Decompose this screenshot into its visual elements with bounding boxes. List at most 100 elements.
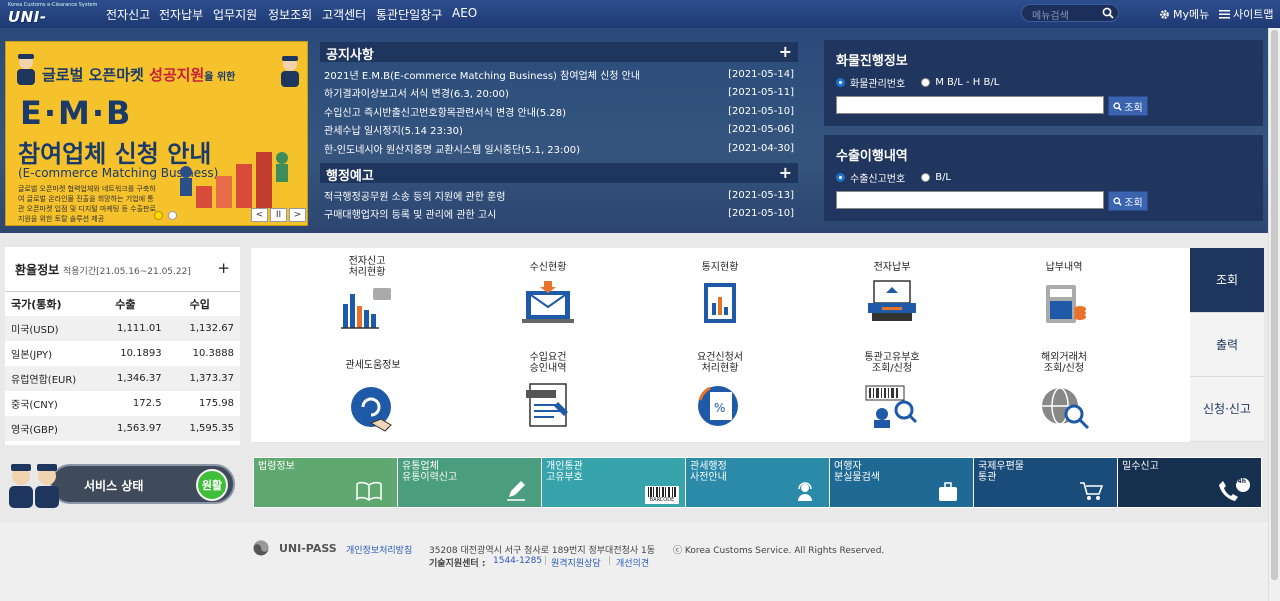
growth-illustration xyxy=(180,152,288,208)
cargo-search-input[interactable] xyxy=(836,96,1104,114)
table-row: 일본(JPY) 10.1893 10.3888 xyxy=(11,348,234,361)
pen-icon xyxy=(507,481,525,501)
quick-overseas-partner[interactable]: 해외거래처 조회/신청 xyxy=(1004,352,1124,430)
top-nav: Korea Customs e-Clearance System UNI-PAS… xyxy=(0,0,1280,44)
quick-requirement-status[interactable]: 요건신청서 처리현황 % xyxy=(660,352,780,430)
link-customs-guide[interactable]: 관세행정 사전안내 xyxy=(686,458,830,507)
quick-customs-help[interactable]: 관세도움정보 xyxy=(313,360,433,433)
percent-document-icon: % xyxy=(698,386,738,426)
sitemap-button[interactable]: 사이트맵 xyxy=(1219,6,1273,22)
export-search-input[interactable] xyxy=(836,191,1104,209)
card-terminal-icon xyxy=(868,280,916,321)
cart-icon xyxy=(1080,482,1103,500)
privacy-policy-link[interactable]: 개인정보처리방침 xyxy=(346,543,412,556)
nav-item-info[interactable]: 정보조회 xyxy=(268,6,312,23)
feedback-link[interactable]: 개선의견 xyxy=(616,556,649,569)
notice-item[interactable]: 관세수납 일시정지(5.14 23:30) [2021-05-06] xyxy=(320,121,798,140)
cargo-radio-bl[interactable]: M B/L - H B/L xyxy=(921,77,999,88)
tab-inquiry[interactable]: 조회 xyxy=(1190,248,1264,313)
nav-item-single-window[interactable]: 통관단일창구 xyxy=(376,6,442,23)
cargo-search-button[interactable]: 조회 xyxy=(1108,96,1148,116)
scrollbar[interactable] xyxy=(1268,28,1280,601)
link-lost-items[interactable]: 여행자 분실물검색 xyxy=(830,458,974,507)
notice-item[interactable]: 하기결과이상보고서 서식 변경(6.3, 20:00) [2021-05-11] xyxy=(320,84,798,103)
admin-more-button[interactable]: + xyxy=(779,163,792,182)
nav-item-aeo[interactable]: AEO xyxy=(452,6,477,20)
slide-dot-2[interactable] xyxy=(168,211,177,220)
nav-item-support[interactable]: 업무지원 xyxy=(213,6,257,23)
next-slide-button[interactable]: > xyxy=(289,208,306,222)
book-icon xyxy=(356,481,382,501)
notice-item[interactable]: 2021년 E.M.B(E-commerce Matching Business… xyxy=(320,65,798,84)
luggage-icon xyxy=(939,482,957,501)
pause-slide-button[interactable]: II xyxy=(270,208,287,222)
customs-officer-icon-2 xyxy=(281,56,299,87)
footer: UNI-PASS 개인정보처리방침 35208 대전광역시 서구 청사로 189… xyxy=(0,522,1280,601)
globe-search-icon xyxy=(1042,387,1090,430)
barcode-search-icon xyxy=(865,385,918,428)
export-radio-decl-no[interactable]: 수출신고번호 xyxy=(836,170,905,185)
slide-dot-1[interactable] xyxy=(154,211,163,220)
search-icon xyxy=(1113,196,1123,206)
rates-header: 국가(통화) 수출 수입 xyxy=(11,298,210,311)
quick-edeclare-status[interactable]: 전자신고 처리현황 xyxy=(307,256,427,330)
nav-item-edeclare[interactable]: 전자신고 xyxy=(106,6,150,23)
quick-menu: 전자신고 처리현황 수신현황 통지현황 전자납부 납부내역 관세도움정보 수입요… xyxy=(251,248,1190,442)
menu-search-input[interactable]: 메뉴검색 xyxy=(1021,4,1119,22)
unipass-logo[interactable]: Korea Customs e-Clearance System UNI-PAS… xyxy=(6,2,97,44)
admin-item[interactable]: 적극행정공무원 소송 등의 지원에 관한 훈령 [2021-05-13] xyxy=(320,186,798,205)
my-menu-button[interactable]: My메뉴 xyxy=(1159,6,1209,22)
export-radio-bl[interactable]: B/L xyxy=(921,172,951,183)
quick-import-approval[interactable]: 수입요건 승인내역 xyxy=(488,352,608,430)
table-row: 미국(USD) 1,111.01 1,132.67 xyxy=(5,316,240,341)
footer-brand: UNI-PASS xyxy=(279,542,337,555)
export-history-box: 수출이행내역 수출신고번호 B/L 조회 xyxy=(824,135,1263,221)
gear-icon xyxy=(1160,9,1169,19)
link-personal-code[interactable]: 개인통관 고유부호 BARCODE xyxy=(542,458,686,507)
bar-chart-icon xyxy=(341,288,391,329)
help-circle-icon xyxy=(351,387,392,432)
link-smuggling-report[interactable]: 밀수신고 24h xyxy=(1118,458,1261,507)
calculator-coins-icon xyxy=(1046,285,1086,323)
officers-illustration xyxy=(9,464,59,508)
tab-apply[interactable]: 신청·신고 xyxy=(1190,377,1264,442)
svg-text:%: % xyxy=(714,401,725,415)
barcode-icon: BARCODE xyxy=(645,486,679,504)
table-row: 유럽연합(EUR) 1,346.37 1,373.37 xyxy=(5,366,240,391)
search-icon[interactable] xyxy=(1102,7,1114,19)
headset-icon xyxy=(798,482,812,501)
mail-inbox-icon xyxy=(522,281,574,323)
tech-phone: 1544-1285 xyxy=(493,556,543,566)
rates-more-button[interactable]: + xyxy=(217,259,230,277)
service-status: 서비스 상태 원활 xyxy=(5,460,237,509)
quick-received-status[interactable]: 수신현황 xyxy=(488,262,608,325)
quick-customs-code[interactable]: 통관고유부호 조회/신청 xyxy=(832,352,952,430)
cargo-radio-mgmt-no[interactable]: 화물관리번호 xyxy=(836,75,905,90)
menu-icon xyxy=(1219,10,1230,19)
export-search-button[interactable]: 조회 xyxy=(1108,191,1148,211)
prev-slide-button[interactable]: < xyxy=(251,208,268,222)
import-document-icon xyxy=(526,383,568,427)
document-chart-icon xyxy=(704,283,736,323)
quick-epay[interactable]: 전자납부 xyxy=(832,262,952,325)
remote-support-link[interactable]: 원격지원상담 xyxy=(551,556,601,569)
table-row: 영국(GBP) 1,563.97 1,595.35 xyxy=(5,416,240,441)
notice-panel: 공지사항 + 2021년 E.M.B(E-commerce Matching Bu… xyxy=(320,42,798,158)
nav-item-customer[interactable]: 고객센터 xyxy=(322,6,366,23)
notice-item[interactable]: 한-인도네시아 원산지증명 교환시스템 일시중단(5.1, 23:00) [202… xyxy=(320,139,798,158)
nav-item-epay[interactable]: 전자납부 xyxy=(159,6,203,23)
cargo-tracking-box: 화물진행정보 화물관리번호 M B/L - H B/L 조회 xyxy=(824,40,1263,126)
link-distribution[interactable]: 유통업체 유통이력신고 xyxy=(398,458,542,507)
admin-item[interactable]: 구매대행업자의 등록 및 관리에 관한 고시 [2021-05-10] xyxy=(320,205,798,224)
quick-notice-status[interactable]: 통지현황 xyxy=(660,262,780,325)
notice-item[interactable]: 수입신고 즉시반출신고번호항목관련서식 변경 안내(5.28) [2021-05-… xyxy=(320,102,798,121)
emb-banner[interactable]: 글로벌 오픈마켓 성공지원을 위한 E·M·B 참여업체 신청 안내 (E-co… xyxy=(5,41,308,226)
quick-tabs: 조회 출력 신청·신고 xyxy=(1190,248,1264,442)
link-law-info[interactable]: 법령정보 xyxy=(254,458,398,507)
status-badge: 원활 xyxy=(196,469,228,501)
quick-payment-history[interactable]: 납부내역 xyxy=(1004,262,1124,325)
notice-more-button[interactable]: + xyxy=(779,42,792,61)
search-icon xyxy=(1113,101,1123,111)
tab-print[interactable]: 출력 xyxy=(1190,312,1264,378)
link-intl-mail[interactable]: 국제우편물 통관 xyxy=(974,458,1118,507)
